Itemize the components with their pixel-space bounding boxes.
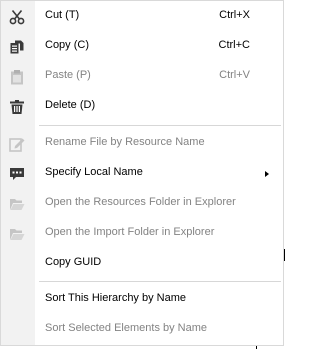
menu-item-rename-file[interactable]: Rename File by Resource Name: [1, 131, 283, 157]
menu-item-open-import-folder[interactable]: Open the Import Folder in Explorer: [1, 221, 283, 247]
folder-open-icon: [9, 226, 25, 242]
edit-icon: [9, 136, 25, 152]
background-edge: [284, 249, 285, 261]
context-menu: Cut (T) Ctrl+X Copy (C) Ctrl+C Paste (P): [0, 0, 284, 346]
copy-shortcut: Ctrl+C: [218, 39, 250, 51]
menu-item-sort-hierarchy[interactable]: Sort This Hierarchy by Name: [1, 287, 283, 313]
open-import-label: Open the Import Folder in Explorer: [45, 226, 215, 238]
sort-hierarchy-label: Sort This Hierarchy by Name: [45, 292, 187, 304]
specify-local-name-label: Specify Local Name: [45, 166, 143, 178]
open-resources-label: Open the Resources Folder in Explorer: [45, 196, 236, 208]
separator: [39, 281, 281, 282]
paste-label: Paste (P): [45, 69, 91, 81]
clipboard-icon: [9, 69, 25, 85]
paste-shortcut: Ctrl+V: [219, 69, 250, 81]
scissors-icon: [9, 9, 25, 25]
menu-item-open-resources-folder[interactable]: Open the Resources Folder in Explorer: [1, 191, 283, 217]
copy-guid-label: Copy GUID: [45, 256, 102, 268]
cut-label: Cut (T): [45, 9, 80, 21]
menu-item-copy-guid[interactable]: Copy GUID: [1, 251, 283, 277]
menu-item-sort-selected[interactable]: Sort Selected Elements by Name: [1, 317, 283, 343]
separator: [39, 125, 281, 126]
comment-icon: [9, 166, 25, 182]
rename-label: Rename File by Resource Name: [45, 136, 205, 148]
sort-selected-label: Sort Selected Elements by Name: [45, 322, 208, 334]
menu-item-cut[interactable]: Cut (T) Ctrl+X: [1, 4, 283, 30]
submenu-arrow-icon: [265, 171, 269, 177]
delete-label: Delete (D): [45, 99, 96, 111]
menu-item-delete[interactable]: Delete (D): [1, 94, 283, 120]
trash-icon: [9, 99, 25, 115]
copy-icon: [9, 39, 25, 55]
menu-item-specify-local-name[interactable]: Specify Local Name: [1, 161, 283, 187]
copy-label: Copy (C): [45, 39, 90, 51]
menu-item-paste[interactable]: Paste (P) Ctrl+V: [1, 64, 283, 90]
cut-shortcut: Ctrl+X: [219, 9, 250, 21]
folder-open-icon: [9, 196, 25, 212]
menu-item-copy[interactable]: Copy (C) Ctrl+C: [1, 34, 283, 60]
